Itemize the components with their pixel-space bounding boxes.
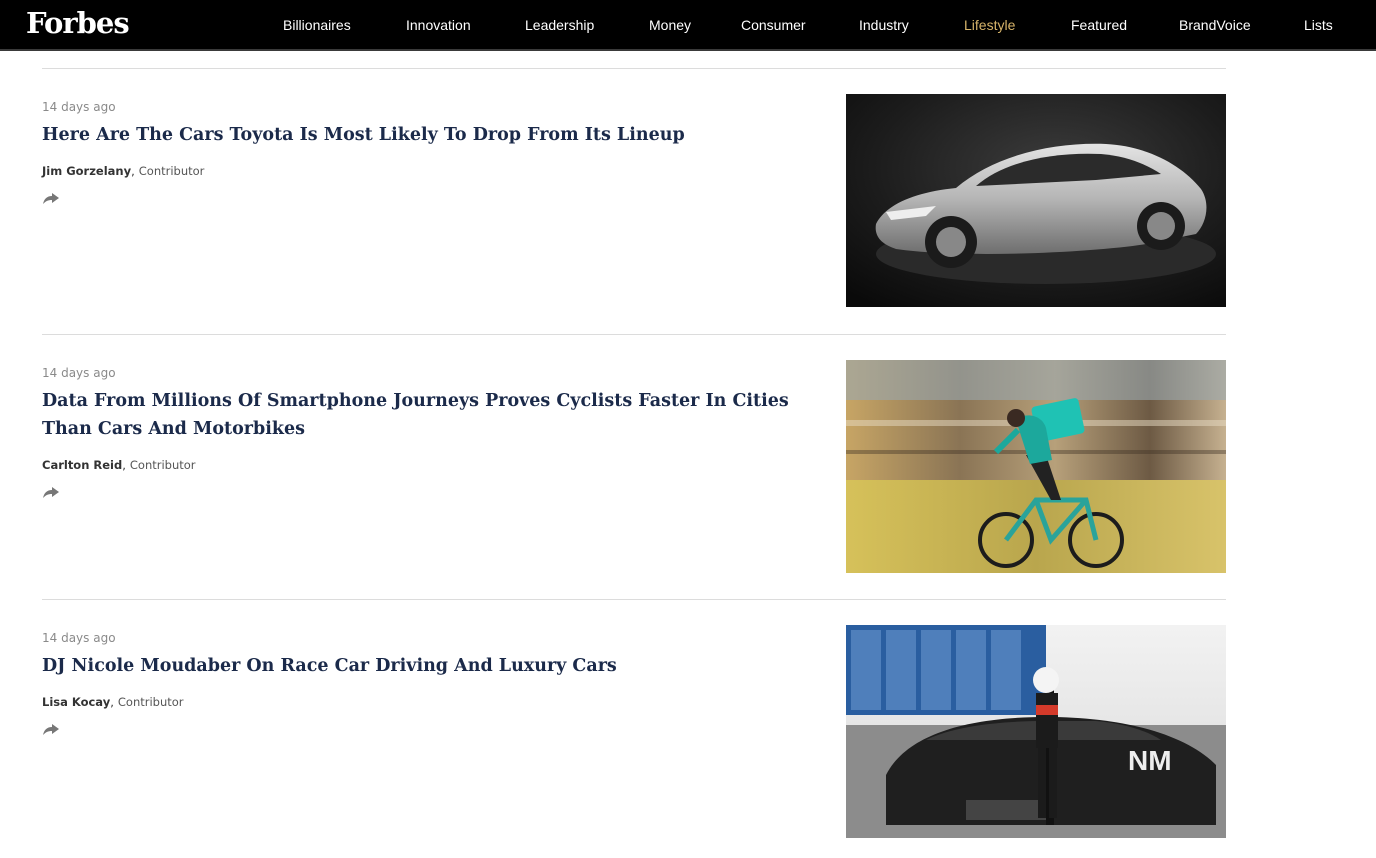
nav-billionaires[interactable]: Billionaires <box>283 17 351 33</box>
article-thumbnail[interactable]: NM <box>846 625 1226 838</box>
nav-featured[interactable]: Featured <box>1071 17 1127 33</box>
timestamp: 14 days ago <box>42 100 116 114</box>
article-headline[interactable]: DJ Nicole Moudaber On Race Car Driving A… <box>42 652 822 680</box>
nav-leadership[interactable]: Leadership <box>525 17 594 33</box>
divider <box>42 334 1226 335</box>
divider <box>42 599 1226 600</box>
share-arrow-icon[interactable] <box>42 723 60 737</box>
nav-brandvoice[interactable]: BrandVoice <box>1179 17 1251 33</box>
article-thumbnail[interactable] <box>846 360 1226 573</box>
divider <box>42 68 1226 69</box>
byline: Jim Gorzelany, Contributor <box>42 164 204 178</box>
author-link[interactable]: Lisa Kocay <box>42 695 110 709</box>
article-card: 14 days ago DJ Nicole Moudaber On Race C… <box>42 625 1226 839</box>
timestamp: 14 days ago <box>42 366 116 380</box>
main-nav: Billionaires Innovation Leadership Money… <box>0 0 1376 51</box>
author-link[interactable]: Carlton Reid <box>42 458 122 472</box>
nav-lists[interactable]: Lists <box>1304 17 1333 33</box>
svg-text:NM: NM <box>1128 745 1172 776</box>
article-card: 14 days ago Data From Millions Of Smartp… <box>42 360 1226 574</box>
nav-consumer[interactable]: Consumer <box>741 17 806 33</box>
nav-industry[interactable]: Industry <box>859 17 909 33</box>
article-headline[interactable]: Here Are The Cars Toyota Is Most Likely … <box>42 121 822 149</box>
byline-separator: , <box>110 695 114 709</box>
author-role: Contributor <box>129 458 196 472</box>
share-arrow-icon[interactable] <box>42 192 60 206</box>
share-arrow-icon[interactable] <box>42 486 60 500</box>
top-navigation-bar: Forbes Billionaires Innovation Leadershi… <box>0 0 1376 51</box>
author-link[interactable]: Jim Gorzelany <box>42 164 131 178</box>
article-thumbnail[interactable] <box>846 94 1226 307</box>
nav-money[interactable]: Money <box>649 17 691 33</box>
author-role: Contributor <box>117 695 184 709</box>
nav-lifestyle[interactable]: Lifestyle <box>964 17 1015 33</box>
nav-innovation[interactable]: Innovation <box>406 17 471 33</box>
author-role: Contributor <box>138 164 205 178</box>
byline: Lisa Kocay, Contributor <box>42 695 184 709</box>
byline: Carlton Reid, Contributor <box>42 458 196 472</box>
article-headline[interactable]: Data From Millions Of Smartphone Journey… <box>42 387 822 443</box>
timestamp: 14 days ago <box>42 631 116 645</box>
article-card: 14 days ago Here Are The Cars Toyota Is … <box>42 94 1226 308</box>
byline-separator: , <box>131 164 135 178</box>
byline-separator: , <box>122 458 126 472</box>
